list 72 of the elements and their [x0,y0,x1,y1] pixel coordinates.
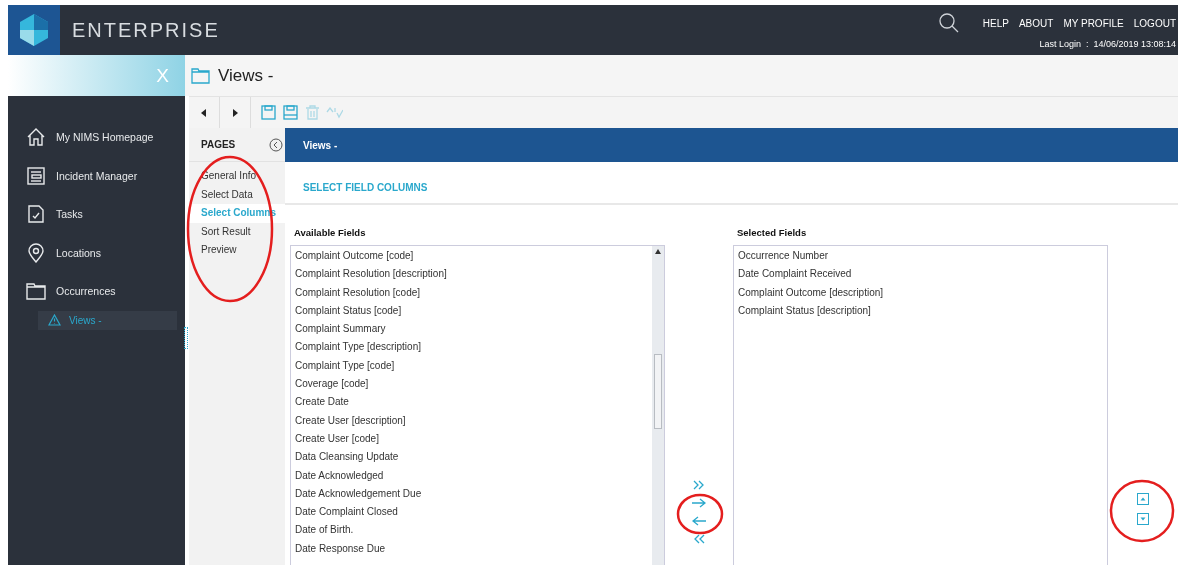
list-item[interactable]: Create User [description] [291,411,652,430]
list-item[interactable]: Data Cleansing Update [291,448,652,467]
list-item[interactable]: Complaint Resolution [code] [291,283,652,302]
right-triangle-icon [232,108,238,117]
spellcheck-icon [325,106,343,119]
list-item[interactable]: Complaint Status [code] [291,301,652,321]
list-item[interactable]: Complaint Resolution [description] [291,265,652,284]
list-label: Selected Fields [737,227,808,238]
nav-item[interactable]: Tasks [26,195,185,234]
page-link[interactable]: Sort Result [189,222,285,241]
brand-name: ENTERPRISE [71,18,220,43]
list-label: Available Fields [294,227,367,238]
left-triangle-icon [201,108,207,117]
list-item[interactable]: Complaint Type [description] [291,338,652,357]
location-pin-icon [26,242,46,263]
list-item[interactable]: Create User [code] [291,429,652,449]
save-icon [282,105,298,120]
scrollbar[interactable] [652,246,664,565]
list-item[interactable]: Date Acknowledged [291,466,652,485]
panel-title: Views - [285,128,1178,162]
up-arrow-icon[interactable] [655,249,661,254]
left-arrow-icon [692,516,706,526]
list-item[interactable]: Complaint Status [description] [734,301,1107,321]
warning-icon [48,314,61,326]
cube-logo-icon [19,13,49,47]
nav-item[interactable]: My NIMS Homepage [26,118,185,157]
list-item[interactable]: Coverage [code] [291,375,652,394]
list-item[interactable]: Occurrence Number [734,247,1107,266]
nav-item[interactable]: Occurrences [26,272,185,311]
collapse-icon[interactable] [269,137,283,152]
nav-item[interactable]: Incident Manager [26,156,185,195]
list-item[interactable]: Date Response Due [291,539,652,559]
document-check-icon [26,204,46,225]
page-link[interactable]: Select Data [189,185,285,204]
header-link[interactable]: LOGOUT [1133,17,1176,29]
list-item[interactable]: Complaint Summary [291,320,652,339]
folder-icon [26,281,46,302]
double-chevron-right-icon [693,480,705,490]
search-icon[interactable] [938,13,959,33]
pages-heading: PAGES [201,139,236,150]
nav-item[interactable]: Locations [26,233,185,272]
annotation-circle [1109,479,1175,543]
scroll-thumb[interactable] [654,354,662,429]
folder-icon [191,67,210,84]
page-link[interactable]: Preview [189,241,285,260]
move-up-button[interactable] [1135,491,1151,507]
list-item[interactable]: Date of Birth. [291,521,652,540]
header-link[interactable]: HELP [982,17,1009,29]
up-caret-box-icon [1137,493,1149,505]
home-icon [26,127,46,148]
ledger-icon [26,165,46,186]
list-item[interactable]: Date Acknowledgement Due [291,484,652,504]
list-item[interactable]: Date Complaint Received [734,265,1107,284]
right-arrow-icon [692,498,706,508]
double-chevron-left-icon [693,534,705,544]
annotation-circle [676,493,724,535]
list-item[interactable]: Complaint Outcome [description] [734,283,1107,302]
list-item[interactable]: Complaint Outcome [code] [291,247,652,266]
section-heading: SELECT FIELD COLUMNS [285,182,1178,205]
list-item[interactable]: Date Complaint Closed [291,503,652,522]
header-link[interactable]: ABOUT [1018,17,1054,29]
save-icon [260,105,276,120]
list-item[interactable]: Complaint Type [code] [291,356,652,376]
move-down-button[interactable] [1135,511,1151,527]
down-caret-box-icon [1137,513,1149,525]
resize-grip[interactable] [184,327,188,349]
page-title: Views - [218,65,274,86]
header-link[interactable]: MY PROFILE [1063,17,1124,29]
list-item[interactable]: Create Date [291,393,652,412]
last-login-text: Last Login : 14/06/2019 13:08:14 [1039,39,1176,49]
trash-icon [305,105,319,120]
nav-subitem[interactable]: Views - [38,310,177,330]
